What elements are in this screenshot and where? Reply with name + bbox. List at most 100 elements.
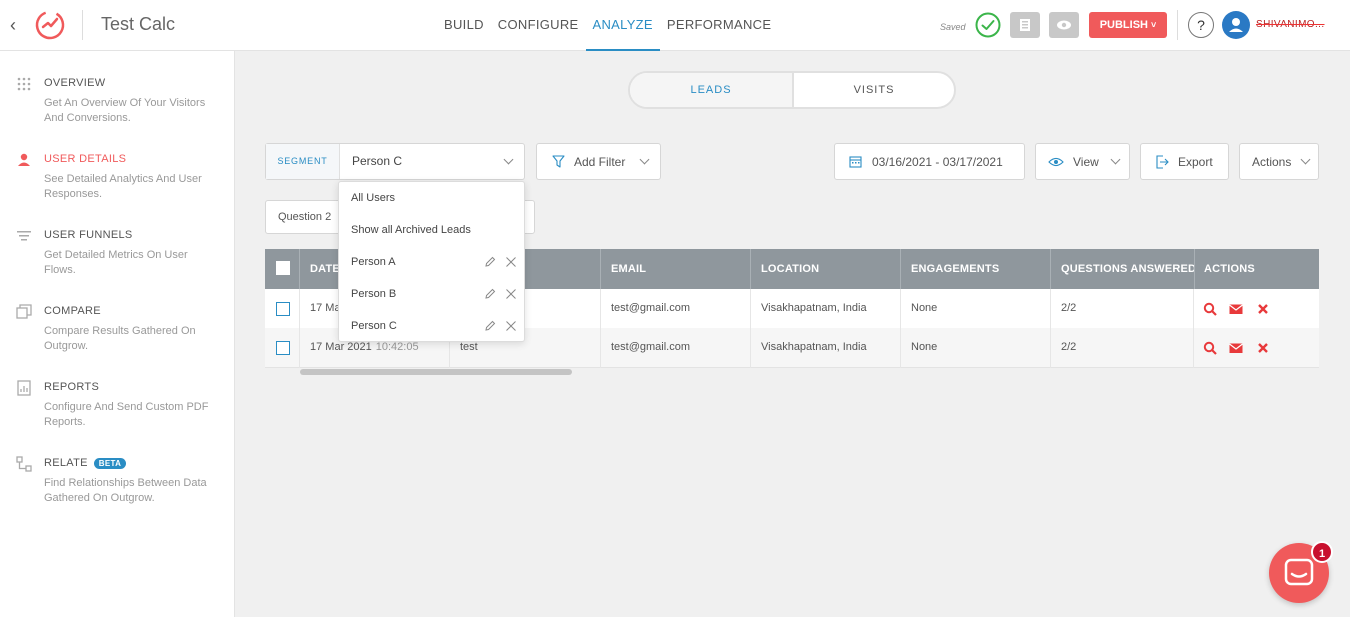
select-all-checkbox[interactable] — [276, 261, 290, 275]
actions-label: Actions — [1252, 155, 1292, 169]
sidebar-item-title: RELATE BETA — [44, 457, 127, 469]
location-cell: Visakhapatnam, India — [751, 328, 901, 368]
column-header-engagements[interactable]: ENGAGEMENTS — [901, 249, 1051, 289]
close-icon[interactable] — [505, 288, 517, 300]
relate-icon — [16, 456, 32, 472]
username[interactable]: SHIVANIMO... — [1256, 19, 1325, 30]
sidebar-item-title: USER FUNNELS — [44, 229, 133, 241]
edit-icon[interactable] — [484, 320, 496, 332]
column-header-email[interactable]: EMAIL — [601, 249, 751, 289]
dropdown-item-label: Person C — [351, 320, 397, 332]
sidebar-item-reports[interactable]: REPORTS Configure And Send Custom PDF Re… — [0, 362, 235, 432]
dropdown-item-label: Show all Archived Leads — [351, 224, 471, 236]
nav-performance[interactable]: PERFORMANCE — [660, 0, 778, 51]
sidebar-item-desc: Configure And Send Custom PDF Reports. — [44, 401, 209, 428]
question-chip-label: Question 2 — [278, 211, 332, 223]
funnel-icon — [17, 231, 31, 241]
sidebar-item-relate[interactable]: RELATE BETA Find Relationships Between Da… — [0, 438, 235, 508]
outgrow-logo-icon[interactable] — [33, 8, 67, 42]
segment-value: Person C — [352, 154, 403, 168]
dropdown-item-person-b[interactable]: Person B — [339, 278, 526, 310]
segment-select[interactable]: SEGMENT Person C — [265, 143, 525, 180]
horizontal-scrollbar[interactable] — [300, 369, 572, 375]
sidebar-item-title: REPORTS — [44, 381, 100, 393]
actions-button[interactable]: Actions — [1239, 143, 1319, 180]
row-checkbox[interactable] — [276, 302, 290, 316]
mail-icon[interactable] — [1229, 341, 1243, 355]
delete-icon[interactable] — [1256, 341, 1270, 355]
preview-button[interactable] — [1049, 12, 1079, 38]
sidebar-item-title: COMPARE — [44, 305, 101, 317]
grid-icon — [17, 77, 31, 91]
publish-button[interactable]: PUBLISH ˅ — [1089, 12, 1167, 38]
edit-icon[interactable] — [484, 256, 496, 268]
actions-cell — [1194, 289, 1319, 329]
chevron-down-icon — [1110, 154, 1121, 165]
check-circle-icon — [975, 12, 1001, 38]
top-bar: ‹ Test Calc BUILD CONFIGURE ANALYZE PERF… — [0, 0, 1350, 51]
calendar-icon — [849, 156, 862, 168]
email-cell: test@gmail.com — [601, 289, 751, 329]
leads-visits-toggle: LEADS VISITS — [628, 71, 956, 109]
column-header-actions: ACTIONS — [1204, 263, 1255, 275]
dropdown-item-all-users[interactable]: All Users — [339, 182, 526, 214]
search-icon[interactable] — [1203, 341, 1217, 355]
export-button[interactable]: Export — [1140, 143, 1229, 180]
questions-cell: 2/2 — [1051, 328, 1194, 368]
mail-icon[interactable] — [1229, 302, 1243, 316]
row-select-cell — [265, 289, 300, 329]
chevron-down-icon — [1300, 154, 1311, 165]
nav-configure[interactable]: CONFIGURE — [491, 0, 586, 51]
sidebar-item-overview[interactable]: OVERVIEW Get An Overview Of Your Visitor… — [0, 58, 235, 128]
row-checkbox[interactable] — [276, 341, 290, 355]
email-cell: test@gmail.com — [601, 328, 751, 368]
beta-badge: BETA — [93, 457, 127, 469]
filter-icon — [552, 155, 565, 168]
sidebar-item-desc: Get An Overview Of Your Visitors And Con… — [44, 97, 206, 124]
avatar[interactable] — [1222, 11, 1250, 39]
user-icon — [1229, 18, 1243, 32]
close-icon[interactable] — [505, 320, 517, 332]
column-header-questions-answered[interactable]: QUESTIONS ANSWERED — [1051, 249, 1195, 289]
add-filter-label: Add Filter — [574, 155, 626, 169]
close-icon[interactable] — [505, 256, 517, 268]
dropdown-item-archived-leads[interactable]: Show all Archived Leads — [339, 214, 526, 246]
user-icon — [18, 153, 30, 166]
chevron-down-icon — [503, 154, 514, 165]
edit-icon[interactable] — [484, 288, 496, 300]
sidebar-item-compare[interactable]: COMPARE Compare Results Gathered On Outg… — [0, 286, 235, 356]
location-cell: Visakhapatnam, India — [751, 289, 901, 329]
segment-dropdown: All Users Show all Archived Leads Person… — [338, 181, 525, 342]
help-button[interactable]: ? — [1188, 12, 1214, 38]
date-range-picker[interactable]: 03/16/2021 - 03/17/2021 — [834, 143, 1025, 180]
view-button[interactable]: View — [1035, 143, 1130, 180]
chevron-down-icon: ˅ — [1151, 20, 1157, 30]
chevron-left-icon[interactable]: ‹ — [10, 14, 28, 36]
nav-analyze[interactable]: ANALYZE — [585, 0, 660, 51]
notification-badge: 1 — [1311, 541, 1333, 563]
eye-icon — [1048, 157, 1064, 167]
sidebar-item-user-funnels[interactable]: USER FUNNELS Get Detailed Metrics On Use… — [0, 210, 235, 280]
nav-build[interactable]: BUILD — [437, 0, 491, 51]
add-filter-button[interactable]: Add Filter — [536, 143, 661, 180]
search-icon[interactable] — [1203, 302, 1217, 316]
sidebar-item-desc: Find Relationships Between Data Gathered… — [44, 477, 207, 504]
view-label: View — [1073, 155, 1099, 169]
delete-icon[interactable] — [1256, 302, 1270, 316]
dropdown-item-person-c[interactable]: Person C — [339, 310, 526, 342]
sidebar-item-desc: Get Detailed Metrics On User Flows. — [44, 249, 188, 276]
select-all-cell — [265, 249, 300, 289]
app-title: Test Calc — [101, 14, 176, 34]
tab-leads[interactable]: LEADS — [630, 73, 794, 107]
tab-visits[interactable]: VISITS — [794, 73, 954, 107]
chevron-down-icon — [639, 154, 650, 165]
dropdown-item-label: All Users — [351, 192, 396, 204]
dropdown-item-person-a[interactable]: Person A — [339, 246, 526, 278]
copy-button[interactable] — [1010, 12, 1040, 38]
sidebar-item-desc: Compare Results Gathered On Outgrow. — [44, 325, 196, 352]
export-icon — [1156, 155, 1169, 169]
sidebar-item-desc: See Detailed Analytics And User Response… — [44, 173, 202, 200]
column-header-location[interactable]: LOCATION — [751, 249, 901, 289]
actions-cell — [1194, 328, 1319, 368]
sidebar-item-user-details[interactable]: USER DETAILS See Detailed Analytics And … — [0, 134, 235, 204]
